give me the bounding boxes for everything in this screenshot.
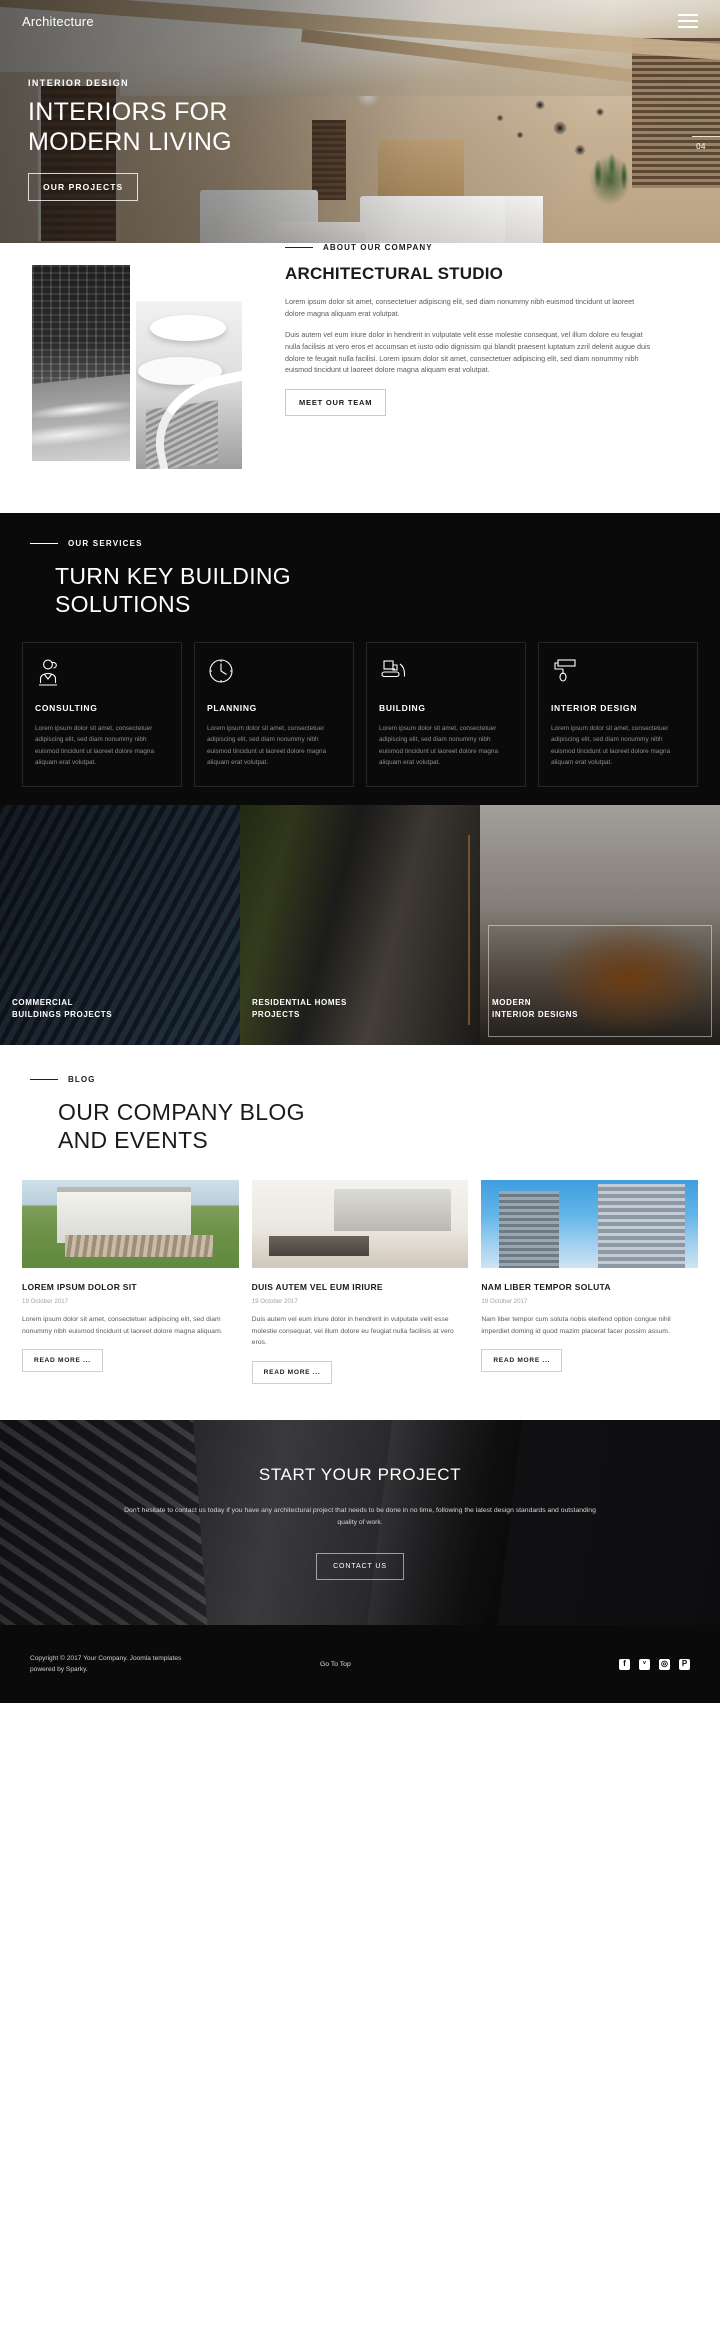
eyebrow-rule — [285, 247, 313, 248]
hero-slide-number: 04 — [692, 136, 720, 151]
service-body: Lorem ipsum dolor sit amet, consectetuer… — [379, 725, 499, 766]
about-eyebrow-row: ABOUT OUR COMPANY — [285, 243, 655, 252]
service-body: Lorem ipsum dolor sit amet, consectetuer… — [207, 725, 327, 766]
blog-eyebrow-row: BLOG — [30, 1075, 720, 1084]
services-card-grid: CONSULTING Lorem ipsum dolor sit amet, c… — [0, 618, 720, 787]
gallery-label: MODERN INTERIOR DESIGNS — [492, 997, 579, 1019]
blog-post-card[interactable]: NAM LIBER TEMPOR SOLUTA 19 October 2017 … — [481, 1180, 699, 1384]
about-section: ABOUT OUR COMPANY ARCHITECTURAL STUDIO L… — [0, 243, 720, 513]
service-title: CONSULTING — [35, 703, 98, 714]
read-more-button[interactable]: READ MORE ... — [481, 1349, 563, 1373]
instagram-icon[interactable]: ◎ — [659, 1658, 670, 1670]
blog-post-excerpt: Lorem ipsum dolor sit amet, consectetuer… — [22, 1316, 223, 1335]
gallery-item-residential[interactable]: RESIDENTIAL HOMES PROJECTS — [240, 804, 480, 1045]
service-card-planning[interactable]: PLANNING Lorem ipsum dolor sit amet, con… — [194, 642, 354, 787]
read-more-button[interactable]: READ MORE ... — [251, 1361, 333, 1385]
blog-thumbnail-house[interactable] — [22, 1180, 239, 1268]
services-heading: TURN KEY BUILDING SOLUTIONS — [55, 563, 291, 618]
service-body: Lorem ipsum dolor sit amet, consectetuer… — [35, 725, 155, 766]
footer-social-links: f ᵛ ◎ P — [619, 1658, 690, 1670]
ceiling-disc-light-1 — [150, 315, 226, 341]
read-more-button[interactable]: READ MORE ... — [22, 1349, 103, 1373]
about-text-column: ABOUT OUR COMPANY ARCHITECTURAL STUDIO L… — [285, 243, 685, 417]
eyebrow-rule — [30, 1078, 58, 1080]
cta-title: START YOUR PROJECT — [258, 1464, 462, 1484]
blog-thumbnail-living-room[interactable] — [251, 1180, 469, 1268]
our-projects-button[interactable]: OUR PROJECTS — [28, 173, 139, 201]
blog-post-card[interactable]: DUIS AUTEM VEL EUM IRIURE 19 October 201… — [251, 1180, 469, 1385]
twitter-icon[interactable]: ᵛ — [639, 1658, 650, 1670]
blog-post-title[interactable]: LOREM IPSUM DOLOR SIT — [22, 1282, 239, 1292]
hero-title: INTERIORS FOR MODERN LIVING — [28, 98, 232, 156]
call-to-action-section: START YOUR PROJECT Don't hesitate to con… — [0, 1420, 720, 1626]
consulting-person-icon — [35, 657, 169, 687]
services-eyebrow-row: OUR SERVICES — [30, 539, 720, 548]
about-paragraph-1: Lorem ipsum dolor sit amet, consectetuer… — [285, 297, 635, 318]
about-eyebrow: ABOUT OUR COMPANY — [323, 243, 433, 252]
about-paragraph-2: Duis autem vel eum iriure dolor in hendr… — [285, 329, 651, 375]
facebook-icon[interactable]: f — [619, 1658, 630, 1670]
service-title: BUILDING — [379, 703, 426, 714]
site-footer: Copyright © 2017 Your Company. Joomla te… — [0, 1625, 720, 1704]
go-to-top-link[interactable]: Go To Top — [290, 1661, 619, 1668]
hamburger-icon[interactable] — [678, 14, 698, 28]
service-card-building[interactable]: BUILDING Lorem ipsum dolor sit amet, con… — [366, 642, 526, 787]
gallery-label: RESIDENTIAL HOMES PROJECTS — [252, 997, 347, 1019]
gallery-item-interior[interactable]: MODERN INTERIOR DESIGNS — [480, 804, 720, 1045]
clock-icon — [207, 657, 341, 687]
meet-our-team-button[interactable]: MEET OUR TEAM — [285, 389, 387, 417]
eyebrow-rule — [30, 543, 58, 544]
services-header: OUR SERVICES TURN KEY BUILDING SOLUTIONS — [0, 539, 720, 618]
about-heading: ARCHITECTURAL STUDIO — [285, 264, 504, 283]
blog-post-excerpt: Duis autem vel eum iriure dolor in hendr… — [251, 1316, 454, 1347]
hero-section: Architecture INTERIOR DESIGN INTERIORS F… — [0, 0, 720, 243]
hero-content: INTERIOR DESIGN INTERIORS FOR MODERN LIV… — [28, 78, 232, 201]
paint-roller-icon — [551, 657, 685, 687]
pinterest-icon[interactable]: P — [679, 1658, 690, 1670]
contact-us-button[interactable]: CONTACT US — [316, 1553, 404, 1581]
services-eyebrow: OUR SERVICES — [68, 539, 143, 548]
about-image-cityscape — [32, 265, 130, 461]
blog-post-date: 19 October 2017 — [22, 1298, 69, 1305]
top-navigation-bar: Architecture — [0, 0, 720, 42]
blog-post-excerpt: Nam liber tempor cum soluta nobis eleife… — [481, 1316, 671, 1335]
blog-eyebrow: BLOG — [68, 1074, 96, 1084]
services-section: OUR SERVICES TURN KEY BUILDING SOLUTIONS… — [0, 513, 720, 805]
site-brand-logo[interactable]: Architecture — [22, 14, 94, 29]
gallery-item-commercial[interactable]: COMMERCIAL BUILDINGS PROJECTS — [0, 804, 240, 1045]
service-card-consulting[interactable]: CONSULTING Lorem ipsum dolor sit amet, c… — [22, 642, 182, 787]
gallery-label: COMMERCIAL BUILDINGS PROJECTS — [12, 997, 113, 1019]
blog-header: BLOG OUR COMPANY BLOG AND EVENTS — [0, 1075, 720, 1154]
blog-post-card[interactable]: LOREM IPSUM DOLOR SIT 19 October 2017 Lo… — [22, 1180, 239, 1384]
hero-eyebrow: INTERIOR DESIGN — [28, 78, 130, 88]
projects-gallery: COMMERCIAL BUILDINGS PROJECTS RESIDENTIA… — [0, 804, 720, 1045]
footer-copyright: Copyright © 2017 Your Company. Joomla te… — [30, 1654, 182, 1674]
blog-post-date: 19 October 2017 — [251, 1298, 298, 1305]
blog-heading: OUR COMPANY BLOG AND EVENTS — [58, 1098, 305, 1153]
blog-card-grid: LOREM IPSUM DOLOR SIT 19 October 2017 Lo… — [0, 1154, 720, 1385]
bulldozer-icon — [379, 657, 513, 687]
blog-post-title[interactable]: DUIS AUTEM VEL EUM IRIURE — [252, 1282, 469, 1292]
service-title: PLANNING — [207, 703, 257, 714]
service-card-interior-design[interactable]: INTERIOR DESIGN Lorem ipsum dolor sit am… — [538, 642, 698, 787]
blog-post-date: 19 October 2017 — [481, 1298, 528, 1305]
about-image-staircase — [136, 301, 242, 469]
service-body: Lorem ipsum dolor sit amet, consectetuer… — [551, 725, 671, 766]
cta-content: START YOUR PROJECT Don't hesitate to con… — [120, 1464, 600, 1581]
blog-section: BLOG OUR COMPANY BLOG AND EVENTS LOREM I… — [0, 1044, 720, 1421]
blog-post-title[interactable]: NAM LIBER TEMPOR SOLUTA — [481, 1282, 698, 1292]
service-title: INTERIOR DESIGN — [551, 703, 638, 714]
blog-thumbnail-skyscrapers[interactable] — [481, 1180, 699, 1268]
cta-description: Don't hesitate to contact us today if yo… — [124, 1506, 596, 1527]
